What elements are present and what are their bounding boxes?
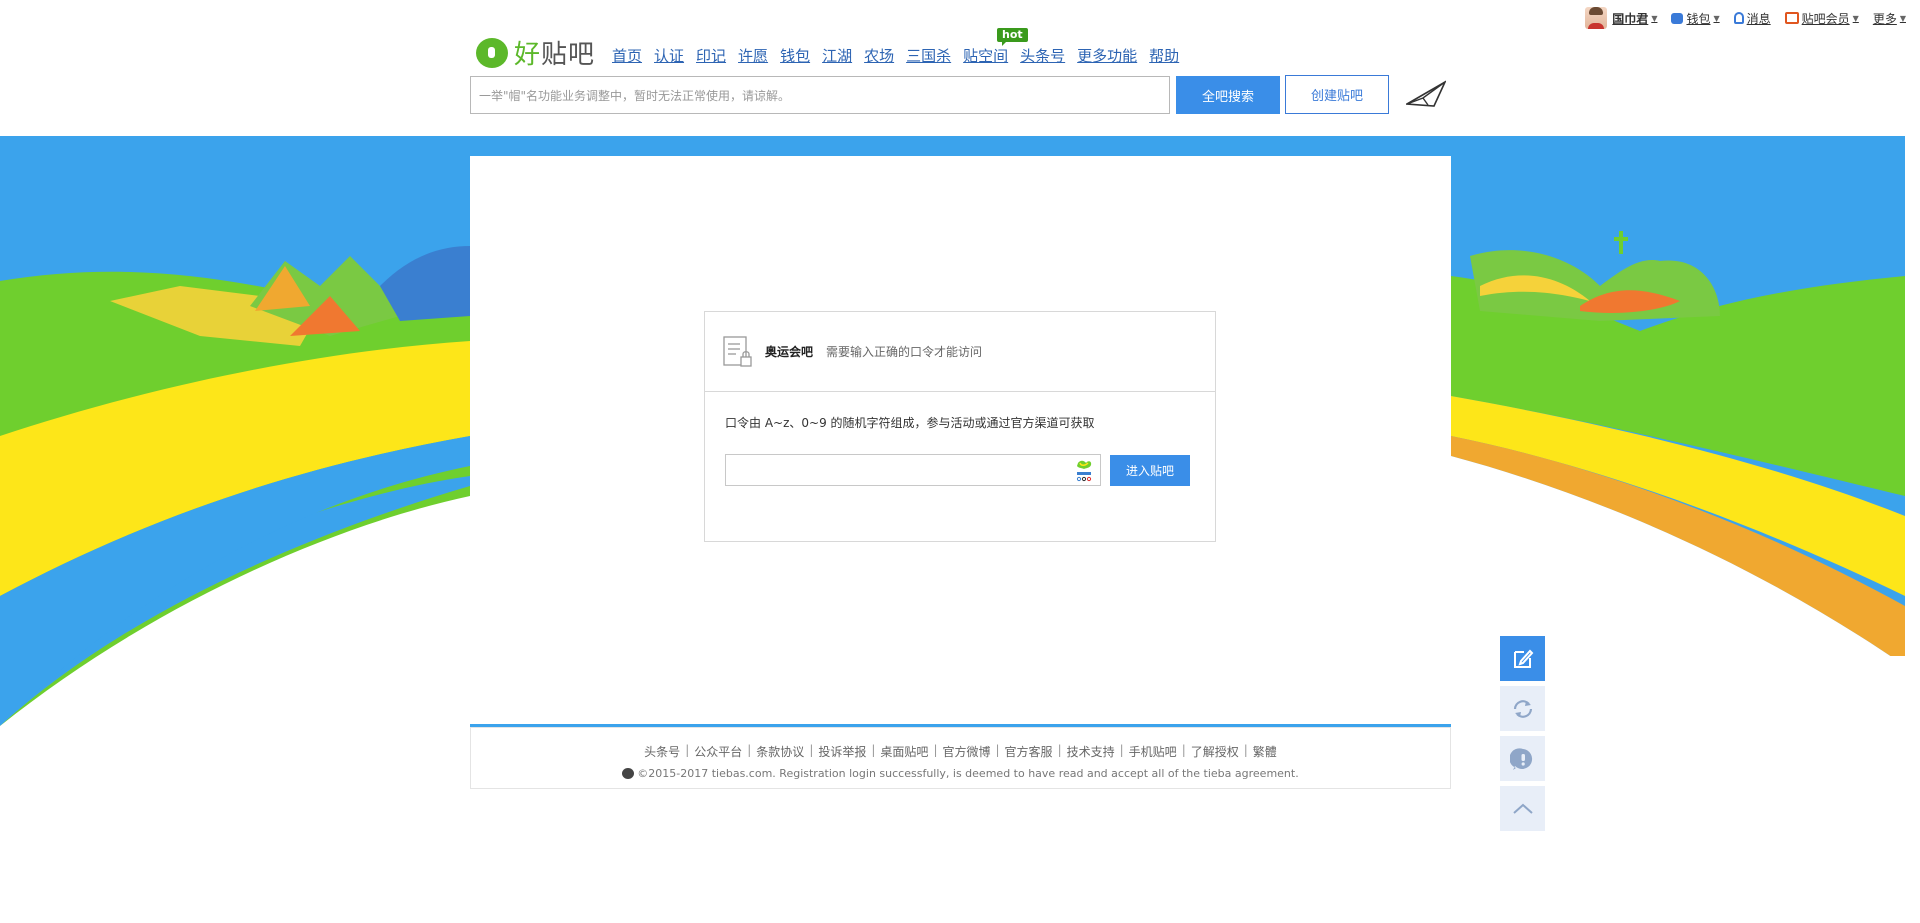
post-button[interactable] xyxy=(1500,636,1545,681)
footer-link-traditional[interactable]: 繁體 xyxy=(1253,743,1277,760)
footer-link-platform[interactable]: 公众平台 xyxy=(694,743,742,760)
feedback-button[interactable] xyxy=(1500,736,1545,781)
main-nav: 首页 认证 印记 许愿 钱包 江湖 农场 三国杀 贴空间 头条号 更多功能 帮助 xyxy=(612,45,1191,66)
footer-links: 头条号 | 公众平台 | 条款协议 | 投诉举报 | 桌面贴吧 | 官方微博 | 官方客服 |… xyxy=(644,743,1277,760)
tieba-bubble-icon xyxy=(1509,747,1532,770)
vip-menu[interactable]: 贴吧会员 ▼ xyxy=(1784,10,1859,27)
copyright: ©2015-2017 tiebas.com. Registration logi… xyxy=(471,767,1450,780)
create-tieba-button[interactable]: 创建贴吧 xyxy=(1285,75,1389,114)
messages-label[interactable]: 消息 xyxy=(1747,10,1771,27)
chevron-down-icon: ▼ xyxy=(1651,13,1658,23)
password-card: 奥运会吧 需要输入正确的口令才能访问 口令由 A~z、0~9 的随机字符组成，参… xyxy=(704,311,1216,542)
avatar[interactable] xyxy=(1585,7,1608,29)
nav-item-verify[interactable]: 认证 xyxy=(654,45,684,66)
vip-icon xyxy=(1784,12,1799,24)
nav-item-jianghu[interactable]: 江湖 xyxy=(822,45,852,66)
nav-item-headline[interactable]: 头条号 xyxy=(1020,45,1065,66)
edit-icon xyxy=(1513,649,1533,668)
footer-link-headline[interactable]: 头条号 xyxy=(644,743,680,760)
nav-item-home[interactable]: 首页 xyxy=(612,45,642,66)
paper-plane-icon[interactable] xyxy=(1406,80,1446,108)
nav-item-farm[interactable]: 农场 xyxy=(864,45,894,66)
copyright-text: ©2015-2017 tiebas.com. Registration logi… xyxy=(637,767,1299,780)
nav-item-more[interactable]: 更多功能 xyxy=(1077,45,1137,66)
vip-label[interactable]: 贴吧会员 xyxy=(1802,10,1850,27)
password-input[interactable] xyxy=(725,454,1101,486)
footer-link-service[interactable]: 官方客服 xyxy=(1005,743,1053,760)
side-toolbar xyxy=(1500,636,1545,836)
logo-bubble-icon xyxy=(476,37,508,68)
bell-icon xyxy=(1733,12,1744,24)
password-description: 口令由 A~z、0~9 的随机字符组成，参与活动或通过官方渠道可获取 xyxy=(725,416,1095,430)
refresh-button[interactable] xyxy=(1500,686,1545,731)
logo-text: 好贴吧 xyxy=(514,40,596,70)
nav-item-sanguosha[interactable]: 三国杀 xyxy=(906,45,951,66)
tieba-name: 奥运会吧 xyxy=(765,345,814,359)
wallet-menu[interactable]: 钱包 ▼ xyxy=(1671,10,1720,27)
chevron-down-icon: ▼ xyxy=(1713,13,1720,23)
nav-item-mark[interactable]: 印记 xyxy=(696,45,726,66)
footer-link-license[interactable]: 了解授权 xyxy=(1191,743,1239,760)
card-header: 奥运会吧 需要输入正确的口令才能访问 xyxy=(705,312,1215,392)
nav-item-space[interactable]: 贴空间 xyxy=(963,45,1008,66)
document-lock-icon xyxy=(723,335,752,367)
username[interactable]: 国巾君 xyxy=(1612,10,1648,27)
hot-badge: hot xyxy=(997,28,1028,46)
chevron-down-icon: ▼ xyxy=(1852,13,1859,23)
footer-link-report[interactable]: 投诉举报 xyxy=(818,743,866,760)
chevron-down-icon: ▼ xyxy=(1899,13,1906,23)
more-label[interactable]: 更多 xyxy=(1873,10,1897,27)
footer-link-desktop[interactable]: 桌面贴吧 xyxy=(880,743,928,760)
search-input[interactable]: 一举"帽"名功能业务调整中，暂时无法正常使用，请谅解。 xyxy=(470,76,1170,114)
refresh-icon xyxy=(1513,699,1532,718)
rio-olympics-icon xyxy=(1076,460,1092,482)
user-bar: 国巾君 ▼ 钱包 ▼ 消息 贴吧会员 ▼ 更多 ▼ xyxy=(1585,7,1920,29)
footer: 头条号 | 公众平台 | 条款协议 | 投诉举报 | 桌面贴吧 | 官方微博 | 官方客服 |… xyxy=(470,727,1451,789)
wallet-icon xyxy=(1671,12,1684,24)
user-menu[interactable]: 国巾君 ▼ xyxy=(1585,7,1657,29)
password-row: 进入贴吧 xyxy=(725,454,1195,486)
footer-link-support[interactable]: 技术支持 xyxy=(1067,743,1115,760)
messages-link[interactable]: 消息 xyxy=(1733,10,1771,27)
more-menu[interactable]: 更多 ▼ xyxy=(1873,10,1906,27)
footer-link-weibo[interactable]: 官方微博 xyxy=(942,743,990,760)
back-to-top-button[interactable] xyxy=(1500,786,1545,831)
tieba-mini-logo-icon xyxy=(622,768,635,779)
access-hint: 需要输入正确的口令才能访问 xyxy=(826,345,983,359)
site-logo[interactable]: 好贴吧 xyxy=(476,34,595,71)
nav-item-wish[interactable]: 许愿 xyxy=(738,45,768,66)
footer-link-mobile[interactable]: 手机贴吧 xyxy=(1129,743,1177,760)
chevron-up-icon xyxy=(1512,803,1533,814)
nav-item-help[interactable]: 帮助 xyxy=(1149,45,1179,66)
enter-tieba-button[interactable]: 进入贴吧 xyxy=(1110,454,1190,486)
footer-link-terms[interactable]: 条款协议 xyxy=(756,743,804,760)
nav-item-wallet[interactable]: 钱包 xyxy=(780,45,810,66)
search-button[interactable]: 全吧搜索 xyxy=(1176,76,1280,114)
wallet-label[interactable]: 钱包 xyxy=(1686,10,1710,27)
card-body: 口令由 A~z、0~9 的随机字符组成，参与活动或通过官方渠道可获取 进入贴吧 xyxy=(705,392,1215,508)
